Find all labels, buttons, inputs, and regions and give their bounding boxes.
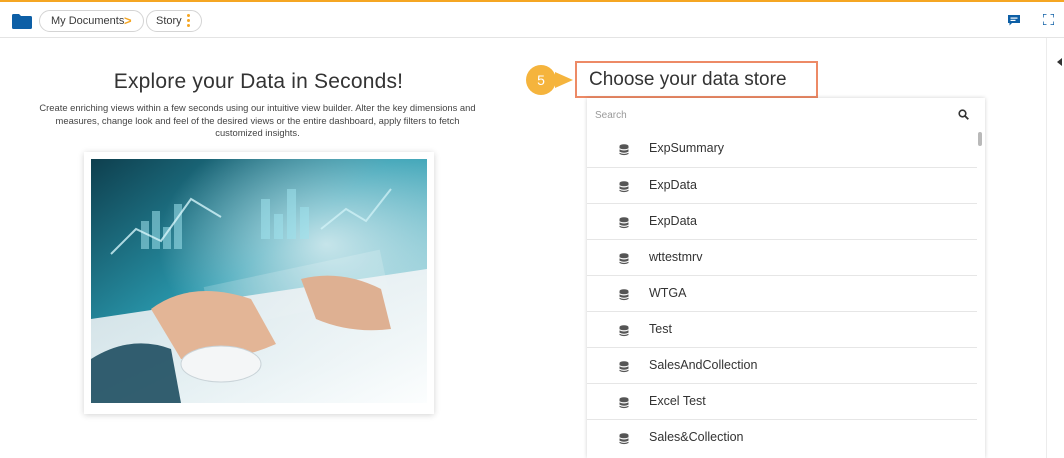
datastore-row[interactable]: ExpData [587, 167, 977, 203]
datastore-label: SalesAndCollection [649, 358, 758, 372]
intro-description: Create enriching views within a few seco… [39, 102, 476, 138]
database-icon [619, 396, 629, 409]
datastore-list: ExpSummary ExpData ExpData wttestmrv WTGA Tes… [587, 131, 977, 455]
datastore-row[interactable]: ExpData [587, 203, 977, 239]
breadcrumb-my-documents[interactable]: My Documents > [39, 10, 144, 32]
search-bar [587, 98, 985, 131]
datastore-panel: ExpSummary ExpData ExpData wttestmrv WTGA Tes… [587, 98, 985, 458]
folder-icon[interactable] [12, 14, 32, 29]
datastore-label: WTGA [649, 286, 687, 300]
step-badge: 5 [526, 65, 556, 95]
database-icon [619, 360, 629, 373]
datastore-row[interactable]: ExpSummary [587, 131, 977, 167]
database-icon [619, 432, 629, 445]
expand-icon[interactable] [1043, 14, 1054, 25]
datastore-label: ExpData [649, 178, 697, 192]
datastore-row[interactable]: wttestmrv [587, 239, 977, 275]
database-icon [619, 216, 629, 229]
highlight-box: Choose your data store [575, 61, 818, 98]
collapse-arrow-icon[interactable] [1057, 58, 1062, 66]
datastore-label: Test [649, 322, 672, 336]
scrollbar-thumb[interactable] [978, 132, 982, 146]
datastore-label: wttestmrv [649, 250, 703, 264]
datastore-heading: Choose your data store [589, 69, 787, 90]
breadcrumb-label: My Documents [51, 15, 125, 27]
kebab-menu-icon[interactable] [187, 14, 191, 28]
datastore-label: Sales&Collection [649, 430, 744, 444]
hero-illustration [91, 159, 427, 403]
step-pointer-arrow [555, 72, 573, 88]
datastore-label: ExpSummary [649, 141, 725, 155]
top-bar: My Documents > Story [0, 0, 1064, 38]
scrollbar[interactable] [978, 131, 982, 458]
right-side-panel [1046, 38, 1064, 458]
search-input[interactable] [595, 107, 935, 123]
datastore-label: ExpData [649, 214, 697, 228]
database-icon [619, 288, 629, 301]
datastore-row[interactable]: WTGA [587, 275, 977, 311]
database-icon [619, 180, 629, 193]
datastore-row[interactable]: Excel Test [587, 383, 977, 419]
hero-image-card [84, 152, 434, 414]
search-icon[interactable] [958, 109, 969, 120]
datastore-row[interactable]: SalesAndCollection [587, 347, 977, 383]
datastore-row[interactable]: Test [587, 311, 977, 347]
database-icon [619, 252, 629, 265]
comment-icon[interactable] [1008, 15, 1020, 26]
breadcrumb-story[interactable]: Story [146, 10, 202, 32]
intro-title: Explore your Data in Seconds! [113, 70, 404, 93]
datastore-row[interactable]: Sales&Collection [587, 419, 977, 455]
database-icon [619, 324, 629, 337]
chevron-right-icon: > [124, 13, 132, 28]
breadcrumb-label: Story [156, 15, 182, 27]
datastore-label: Excel Test [649, 394, 706, 408]
database-icon [619, 143, 629, 156]
